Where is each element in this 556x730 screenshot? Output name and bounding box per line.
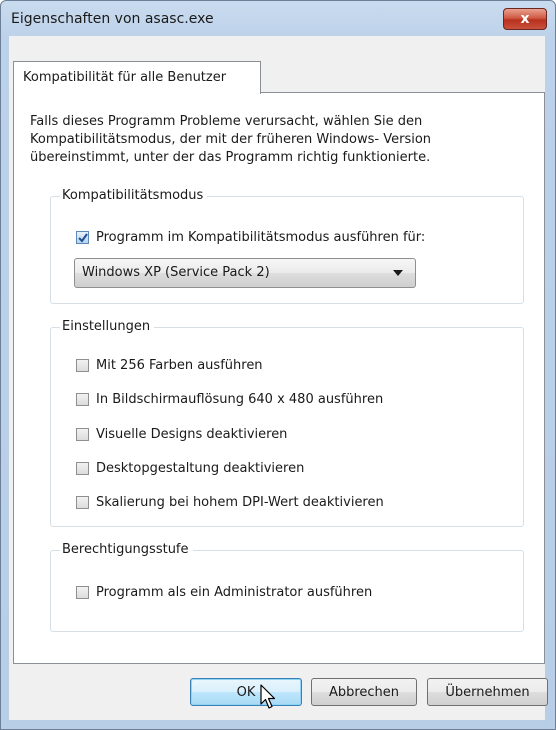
tab-compatibility-all-users[interactable]: Kompatibilität für alle Benutzer [13,61,261,94]
privilege-level-group-title: Berechtigungsstufe [60,542,193,558]
title-bar[interactable]: Eigenschaften von asasc.exe x [1,1,555,37]
compatibility-mode-checkbox-row[interactable]: Programm im Kompatibilitätsmodus ausführ… [76,230,456,248]
settings-item-label: Desktopgestaltung deaktivieren [96,461,305,476]
apply-button-label: Übernehmen [445,685,530,700]
description-line-2: Kompatibilitätsmodus, der mit der früher… [30,132,432,147]
settings-item-640x480[interactable]: In Bildschirmauflösung 640 x 480 ausführ… [76,392,456,410]
ok-button[interactable]: OK [190,678,302,706]
description-line-1: Falls dieses Programm Probleme verursach… [30,114,423,129]
compatibility-mode-group-title: Kompatibilitätsmodus [60,188,208,204]
chevron-down-icon [393,270,403,276]
settings-item-desktop-composition[interactable]: Desktopgestaltung deaktivieren [76,461,456,479]
apply-button[interactable]: Übernehmen [427,678,548,706]
ok-button-label: OK [236,685,256,700]
run-as-admin-label: Programm als ein Administrator ausführen [96,585,373,600]
run-as-admin-checkbox[interactable] [76,586,89,599]
compatibility-mode-checkbox[interactable] [76,231,89,244]
run-as-admin-row[interactable]: Programm als ein Administrator ausführen [76,585,456,603]
settings-checkbox[interactable] [76,359,89,372]
settings-item-label: Skalierung bei hohem DPI-Wert deaktivier… [96,495,384,510]
settings-item-256-colors[interactable]: Mit 256 Farben ausführen [76,358,456,376]
close-button[interactable]: x [503,8,547,30]
window-title: Eigenschaften von asasc.exe [11,11,214,27]
settings-item-label: Visuelle Designs deaktivieren [96,427,288,442]
cancel-button-label: Abbrechen [328,685,400,700]
settings-item-visual-designs[interactable]: Visuelle Designs deaktivieren [76,427,456,445]
settings-checkbox[interactable] [76,428,89,441]
checkmark-icon [78,233,88,243]
settings-item-dpi-scaling[interactable]: Skalierung bei hohem DPI-Wert deaktivier… [76,495,456,513]
os-version-selected-value: Windows XP (Service Pack 2) [82,265,270,280]
settings-checkbox[interactable] [76,496,89,509]
tab-label: Kompatibilität für alle Benutzer [23,70,227,85]
settings-group-title: Einstellungen [60,319,155,335]
compatibility-mode-checkbox-label: Programm im Kompatibilitätsmodus ausführ… [96,230,426,245]
os-version-select[interactable]: Windows XP (Service Pack 2) [74,258,416,288]
description-text: Falls dieses Programm Probleme verursach… [30,113,500,167]
settings-checkbox[interactable] [76,462,89,475]
description-line-3: übereinstimmt, unter der das Programm ri… [30,150,431,165]
mouse-cursor-icon [260,684,276,709]
cancel-button[interactable]: Abbrechen [311,678,417,706]
settings-item-label: In Bildschirmauflösung 640 x 480 ausführ… [96,392,384,407]
settings-item-label: Mit 256 Farben ausführen [96,358,263,373]
settings-checkbox[interactable] [76,393,89,406]
close-icon: x [520,11,530,27]
